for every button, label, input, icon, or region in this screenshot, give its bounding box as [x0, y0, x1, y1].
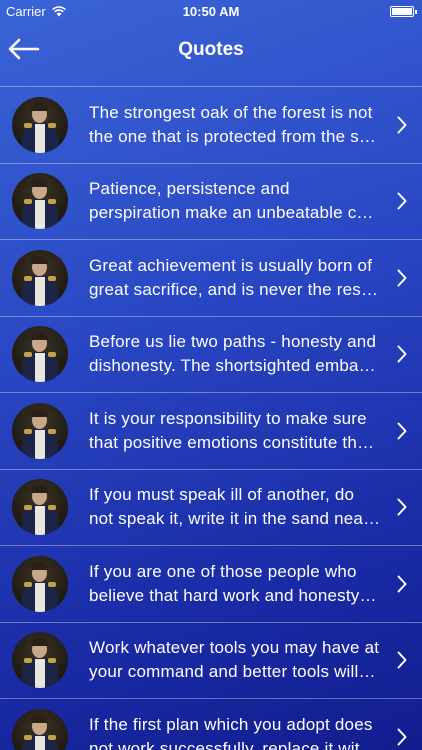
quote-line-2: not speak it, write it in the sand nea…: [89, 509, 381, 529]
quote-row[interactable]: If the first plan which you adopt does no…: [0, 699, 422, 750]
chevron-right-icon: [392, 192, 412, 210]
quote-text: If you are one of those people who believ…: [89, 560, 384, 608]
back-arrow-icon: [8, 38, 40, 60]
chevron-right-icon: [392, 728, 412, 746]
status-time: 10:50 AM: [182, 3, 240, 19]
quote-text: Patience, persistence and perspiration ma…: [89, 177, 384, 225]
quote-line-1: Patience, persistence and: [89, 179, 290, 199]
quote-row[interactable]: If you are one of those people who believ…: [0, 546, 422, 623]
author-avatar: [12, 326, 68, 383]
quote-line-1: If you must speak ill of another, do: [89, 485, 355, 505]
quote-text: Before us lie two paths - honesty and dis…: [89, 330, 384, 378]
navigation-bar: Quotes: [0, 22, 422, 86]
chevron-right-icon: [392, 422, 412, 440]
author-avatar: [12, 173, 68, 230]
quote-row[interactable]: Great achievement is usually born of grea…: [0, 240, 422, 317]
author-avatar: [12, 708, 68, 750]
author-avatar: [12, 555, 68, 612]
quote-text: Work whatever tools you may have at your …: [89, 636, 384, 684]
quote-line-2: the one that is protected from the s…: [89, 126, 377, 146]
author-avatar: [12, 402, 68, 459]
back-button[interactable]: [8, 36, 42, 62]
author-avatar: [12, 96, 68, 153]
quote-line-1: Work whatever tools you may have at: [89, 638, 380, 658]
quote-line-2: not work successfully, replace it wit…: [89, 738, 377, 750]
quote-line-2: believe that hard work and honesty…: [89, 585, 377, 605]
quotes-list: The strongest oak of the forest is not th…: [0, 86, 422, 750]
chevron-right-icon: [392, 575, 412, 593]
quote-line-2: dishonesty. The shortsighted emba…: [89, 356, 376, 376]
quote-line-2: your command and better tools will…: [89, 662, 376, 682]
author-avatar: [12, 479, 68, 536]
status-bar: Carrier 10:50 AM: [0, 0, 422, 22]
page-title: Quotes: [178, 39, 244, 60]
quote-line-2: great sacrifice, and is never the res…: [89, 279, 379, 299]
quote-text: The strongest oak of the forest is not th…: [89, 101, 384, 149]
quote-row[interactable]: Work whatever tools you may have at your …: [0, 623, 422, 699]
quote-line-1: Before us lie two paths - honesty and: [89, 332, 377, 352]
quote-row[interactable]: If you must speak ill of another, do not …: [0, 470, 422, 546]
quote-line-1: If you are one of those people who: [89, 561, 357, 581]
quote-text: If you must speak ill of another, do not …: [89, 483, 384, 531]
quote-line-2: that positive emotions constitute th…: [89, 432, 375, 452]
chevron-right-icon: [392, 498, 412, 516]
quote-row[interactable]: Before us lie two paths - honesty and dis…: [0, 317, 422, 393]
quote-text: If the first plan which you adopt does no…: [89, 713, 384, 750]
quote-row[interactable]: The strongest oak of the forest is not th…: [0, 87, 422, 164]
chevron-right-icon: [392, 116, 412, 134]
chevron-right-icon: [392, 269, 412, 287]
author-avatar: [12, 249, 68, 306]
quote-line-1: Great achievement is usually born of: [89, 255, 373, 275]
quote-text: Great achievement is usually born of grea…: [89, 254, 384, 302]
quote-line-1: The strongest oak of the forest is not: [89, 102, 373, 122]
chevron-right-icon: [392, 345, 412, 363]
quote-line-1: It is your responsibility to make sure: [89, 408, 367, 428]
chevron-right-icon: [392, 651, 412, 669]
author-avatar: [12, 632, 68, 689]
quote-row[interactable]: It is your responsibility to make sure th…: [0, 393, 422, 470]
quote-row[interactable]: Patience, persistence and perspiration ma…: [0, 164, 422, 240]
quote-line-1: If the first plan which you adopt does: [89, 714, 373, 734]
battery-icon: [390, 6, 417, 17]
quote-line-2: perspiration make an unbeatable c…: [89, 203, 374, 223]
quote-text: It is your responsibility to make sure th…: [89, 407, 384, 455]
